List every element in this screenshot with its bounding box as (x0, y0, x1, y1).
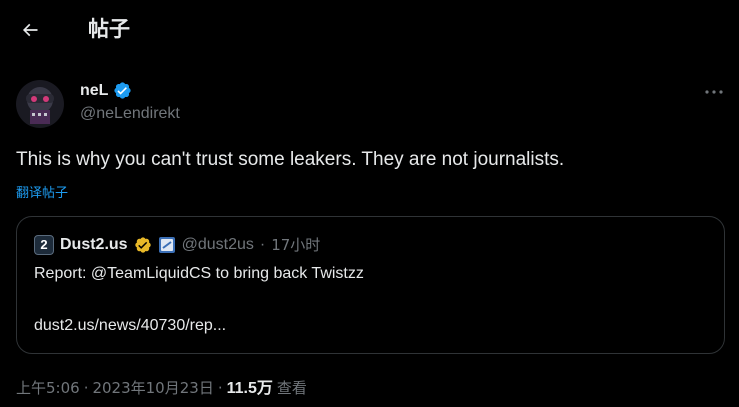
views-label: 查看 (276, 379, 307, 397)
more-horizontal-icon (705, 90, 723, 94)
quoted-separator: · (259, 235, 266, 253)
author-name-text: neL (80, 81, 109, 99)
quoted-author-name: Dust2.us (60, 235, 128, 253)
views-count: 11.5万 (226, 380, 273, 397)
quoted-tweet-card[interactable]: 2 Dust2.us @dust2us · 17小时 Report: @Team… (16, 216, 725, 354)
quoted-timestamp: 17小时 (271, 236, 321, 254)
quoted-author-avatar: 2 (34, 234, 54, 255)
verified-badge-icon (114, 82, 132, 99)
author-avatar[interactable] (16, 80, 64, 128)
tweet-text: This is why you can't trust some leakers… (16, 149, 565, 170)
quoted-tweet-link[interactable]: dust2.us/news/40730/rep... (34, 317, 226, 335)
more-button[interactable] (700, 80, 728, 104)
tweet-meta: 上午5:06 · 2023年10月23日 · 11.5万 查看 (16, 374, 307, 398)
gold-verified-badge-icon (134, 236, 151, 253)
meta-separator: · (83, 379, 89, 397)
quoted-tweet-header: 2 Dust2.us @dust2us · 17小时 (34, 234, 320, 255)
meta-separator: · (217, 379, 223, 397)
affiliate-badge-icon (158, 236, 175, 253)
tweet-date[interactable]: 2023年10月23日 (92, 377, 213, 398)
quoted-tweet-text: Report: @TeamLiquidCS to bring back Twis… (34, 265, 364, 282)
back-button[interactable] (14, 14, 46, 46)
tweet-time[interactable]: 上午5:06 (16, 377, 80, 398)
author-name[interactable]: neL (80, 81, 132, 100)
author-handle[interactable]: @neLendirekt (80, 105, 180, 123)
translate-post-link[interactable]: 翻译帖子 (16, 182, 68, 201)
top-bar: 帖子 (0, 0, 739, 60)
quoted-author-handle: @dust2us (181, 235, 254, 253)
arrow-left-icon (22, 23, 38, 37)
page-title: 帖子 (88, 17, 130, 41)
